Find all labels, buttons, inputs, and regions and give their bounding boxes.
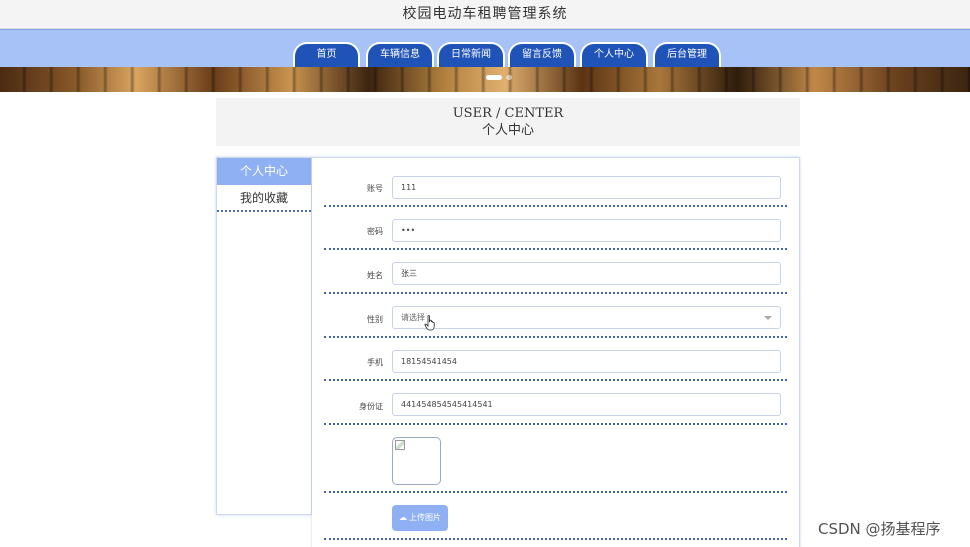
watermark: CSDN @扬基程序: [818, 520, 941, 538]
main-nav: 首页 车辆信息 日常新闻 留言反馈 个人中心 后台管理: [0, 29, 970, 69]
upload-button-label: 上传图片: [409, 513, 441, 522]
form-row-photo: [324, 425, 787, 493]
side-item-user-center[interactable]: 个人中心: [217, 158, 311, 185]
profile-form: 账号 111 密码 ••• 姓名 张三 性别 请选择 手机 1815454145…: [312, 157, 800, 547]
nav-tab-admin[interactable]: 后台管理: [653, 42, 721, 69]
account-input[interactable]: 111: [392, 176, 781, 199]
page: 校园电动车租聘管理系统 首页 车辆信息 日常新闻 留言反馈 个人中心 后台管理 …: [0, 0, 970, 547]
nav-tab-user-center[interactable]: 个人中心: [580, 42, 648, 69]
form-row-id-card: 身份证 441454854545414541: [324, 381, 787, 425]
nav-tab-home[interactable]: 首页: [293, 42, 360, 69]
form-row-upload: ☁ 上传图片: [324, 493, 787, 540]
id-card-input[interactable]: 441454854545414541: [392, 393, 781, 416]
form-row-name: 姓名 张三: [324, 250, 787, 294]
broken-image-icon: [395, 440, 405, 450]
section-title-cn: 个人中心: [481, 123, 534, 138]
form-row-password: 密码 •••: [324, 207, 787, 250]
name-input[interactable]: 张三: [392, 262, 781, 285]
section-title-en: USER / CENTER: [452, 106, 564, 121]
carousel-dot-active[interactable]: [486, 75, 502, 80]
side-item-favorites[interactable]: 我的收藏: [217, 185, 311, 212]
top-title-bar: 校园电动车租聘管理系统: [0, 0, 970, 29]
account-label: 账号: [367, 184, 383, 193]
banner-carousel: [0, 67, 970, 92]
phone-input[interactable]: 18154541454: [392, 350, 781, 373]
id-card-label: 身份证: [359, 402, 383, 411]
carousel-dot[interactable]: [506, 75, 512, 80]
section-header: USER / CENTER 个人中心: [216, 98, 800, 146]
site-title: 校园电动车租聘管理系统: [402, 6, 568, 22]
name-label: 姓名: [367, 271, 383, 280]
upload-image-button[interactable]: ☁ 上传图片: [392, 505, 448, 531]
hand-cursor-icon: [424, 315, 435, 331]
chevron-down-icon: [764, 316, 772, 320]
gender-select-placeholder: 请选择: [401, 313, 425, 322]
gender-select[interactable]: 请选择: [392, 306, 781, 329]
nav-tab-news[interactable]: 日常新闻: [437, 42, 505, 69]
phone-label: 手机: [367, 358, 383, 367]
form-row-account: 账号 111: [324, 172, 787, 207]
upload-cloud-icon: ☁: [399, 513, 407, 522]
form-row-phone: 手机 18154541454: [324, 338, 787, 381]
password-input[interactable]: •••: [392, 219, 781, 242]
nav-tab-feedback[interactable]: 留言反馈: [508, 42, 576, 69]
side-menu: 个人中心 我的收藏: [216, 157, 312, 515]
nav-tab-vehicles[interactable]: 车辆信息: [366, 42, 434, 69]
photo-preview: [392, 437, 441, 485]
gender-label: 性别: [367, 315, 383, 324]
form-row-gender: 性别 请选择: [324, 294, 787, 338]
password-label: 密码: [367, 227, 383, 236]
